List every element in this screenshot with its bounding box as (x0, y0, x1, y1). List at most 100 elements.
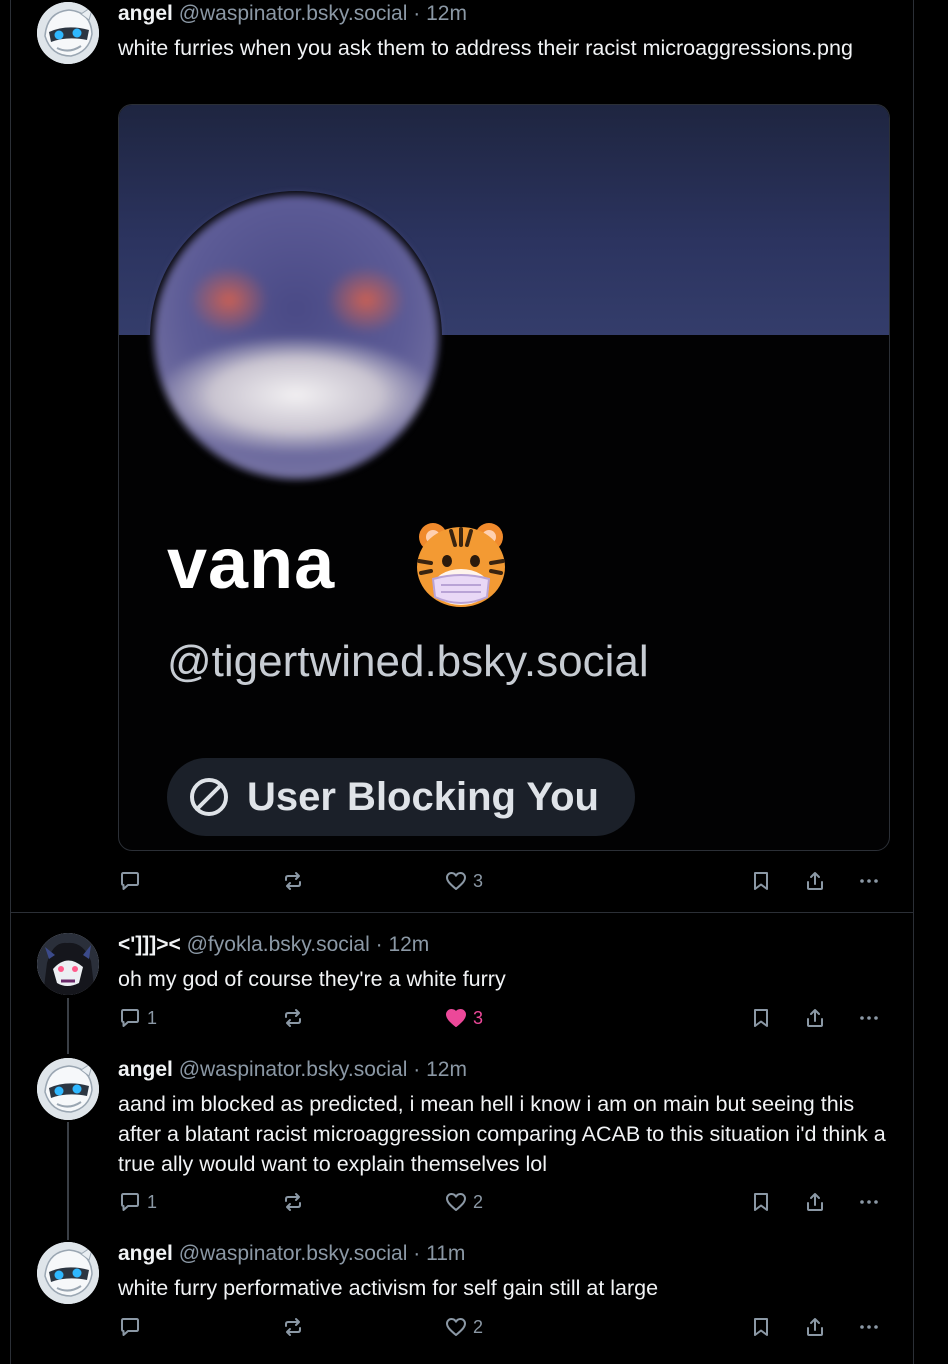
embed-handle: @tigertwined.bsky.social (167, 637, 649, 686)
robot-avatar-icon (37, 1058, 99, 1120)
profile-picture (154, 195, 438, 479)
author-name[interactable]: angel (118, 2, 173, 25)
bookmark-icon (749, 869, 773, 893)
more-options-button[interactable] (857, 1187, 881, 1217)
post-actions: 3 (11, 866, 913, 896)
share-icon (803, 1315, 827, 1339)
like-button[interactable]: 3 (444, 866, 483, 896)
tiger-face-with-mask-icon (417, 523, 505, 607)
reply-button[interactable] (118, 1312, 147, 1342)
author-handle[interactable]: @fyokla.bsky.social (187, 933, 370, 956)
share-icon (803, 1006, 827, 1030)
like-count: 3 (473, 1007, 484, 1028)
like-count: 2 (473, 1316, 484, 1337)
robot-avatar-icon (37, 2, 99, 64)
like-count: 2 (473, 1191, 484, 1212)
post-header: angel @waspinator.bsky.social · 12m (118, 1, 467, 27)
bookmark-button[interactable] (749, 866, 773, 896)
timestamp[interactable]: 12m (388, 933, 429, 956)
share-button[interactable] (803, 1003, 827, 1033)
heart-filled-icon (444, 1006, 468, 1030)
share-button[interactable] (803, 1312, 827, 1342)
share-button[interactable] (803, 1187, 827, 1217)
author-name[interactable]: angel (118, 1242, 173, 1265)
heart-icon (444, 869, 468, 893)
post[interactable]: angel @waspinator.bsky.social · 12m aand… (11, 1043, 913, 1233)
like-button[interactable]: 2 (444, 1187, 483, 1217)
ban-icon (190, 778, 228, 816)
heart-icon (444, 1190, 468, 1214)
timestamp[interactable]: 11m (426, 1242, 465, 1265)
wolf-avatar-icon (37, 933, 99, 995)
repost-icon (281, 1315, 305, 1339)
more-icon (857, 1190, 881, 1214)
reply-count: 1 (147, 1191, 158, 1212)
post-header: angel @waspinator.bsky.social · 11m (118, 1241, 465, 1267)
bookmark-button[interactable] (749, 1003, 773, 1033)
post-text: white furry performative activism for se… (118, 1276, 659, 1300)
reply-button[interactable] (118, 866, 147, 896)
more-options-button[interactable] (857, 1003, 881, 1033)
repost-button[interactable] (281, 1003, 305, 1033)
post[interactable]: angel @waspinator.bsky.social · 11m whit… (11, 1233, 913, 1364)
avatar[interactable] (37, 2, 99, 64)
share-button[interactable] (803, 866, 827, 896)
post-header: angel @waspinator.bsky.social · 12m (118, 1057, 467, 1083)
post[interactable]: <']]]>< @fyokla.bsky.social · 12m oh my … (11, 913, 913, 1043)
author-handle[interactable]: @waspinator.bsky.social (179, 1058, 408, 1081)
bookmark-button[interactable] (749, 1312, 773, 1342)
robot-avatar-icon (37, 1242, 99, 1304)
post-text: white furries when you ask them to addre… (118, 36, 853, 60)
repost-icon (281, 1190, 305, 1214)
post-text: aand im blocked as predicted, i mean hel… (118, 1092, 886, 1176)
share-icon (803, 1190, 827, 1214)
timestamp[interactable]: 12m (426, 1058, 467, 1081)
repost-button[interactable] (281, 866, 305, 896)
bookmark-icon (749, 1315, 773, 1339)
author-name[interactable]: angel (118, 1058, 173, 1081)
reply-icon (118, 1315, 142, 1339)
post[interactable]: angel @waspinator.bsky.social · 12m whit… (11, 0, 913, 912)
like-count: 3 (473, 870, 484, 891)
avatar[interactable] (37, 1058, 99, 1120)
reply-icon (118, 1190, 142, 1214)
repost-icon (281, 869, 305, 893)
separator: · (413, 2, 421, 25)
more-icon (857, 869, 881, 893)
reply-button[interactable]: 1 (118, 1187, 157, 1217)
share-icon (803, 869, 827, 893)
avatar[interactable] (37, 1242, 99, 1304)
author-handle[interactable]: @waspinator.bsky.social (179, 1242, 408, 1265)
post-actions: 1 3 (11, 1003, 913, 1033)
more-icon (857, 1315, 881, 1339)
post-feed: angel @waspinator.bsky.social · 12m whit… (10, 0, 914, 1364)
post-actions: 1 2 (11, 1187, 913, 1217)
bookmark-icon (749, 1190, 773, 1214)
heart-icon (444, 1315, 468, 1339)
separator: · (413, 1058, 421, 1081)
separator: · (375, 933, 383, 956)
more-options-button[interactable] (857, 866, 881, 896)
repost-button[interactable] (281, 1312, 305, 1342)
timestamp[interactable]: 12m (426, 2, 467, 25)
post-header: <']]]>< @fyokla.bsky.social · 12m (118, 932, 429, 958)
more-options-button[interactable] (857, 1312, 881, 1342)
repost-icon (281, 1006, 305, 1030)
bookmark-button[interactable] (749, 1187, 773, 1217)
separator: · (413, 1242, 421, 1265)
like-button[interactable]: 2 (444, 1312, 483, 1342)
user-blocking-badge: User Blocking You (167, 758, 635, 836)
more-icon (857, 1006, 881, 1030)
post-text: oh my god of course they're a white furr… (118, 967, 506, 991)
repost-button[interactable] (281, 1187, 305, 1217)
embedded-image[interactable]: vana @tigertwined.bsky.social User Block… (118, 104, 890, 851)
reply-button[interactable]: 1 (118, 1003, 157, 1033)
like-button[interactable]: 3 (444, 1003, 483, 1033)
embed-display-name: vana (167, 524, 336, 604)
author-name[interactable]: <']]]>< (118, 933, 181, 956)
badge-label: User Blocking You (247, 774, 599, 819)
reply-icon (118, 869, 142, 893)
author-handle[interactable]: @waspinator.bsky.social (179, 2, 408, 25)
avatar[interactable] (37, 933, 99, 995)
bookmark-icon (749, 1006, 773, 1030)
